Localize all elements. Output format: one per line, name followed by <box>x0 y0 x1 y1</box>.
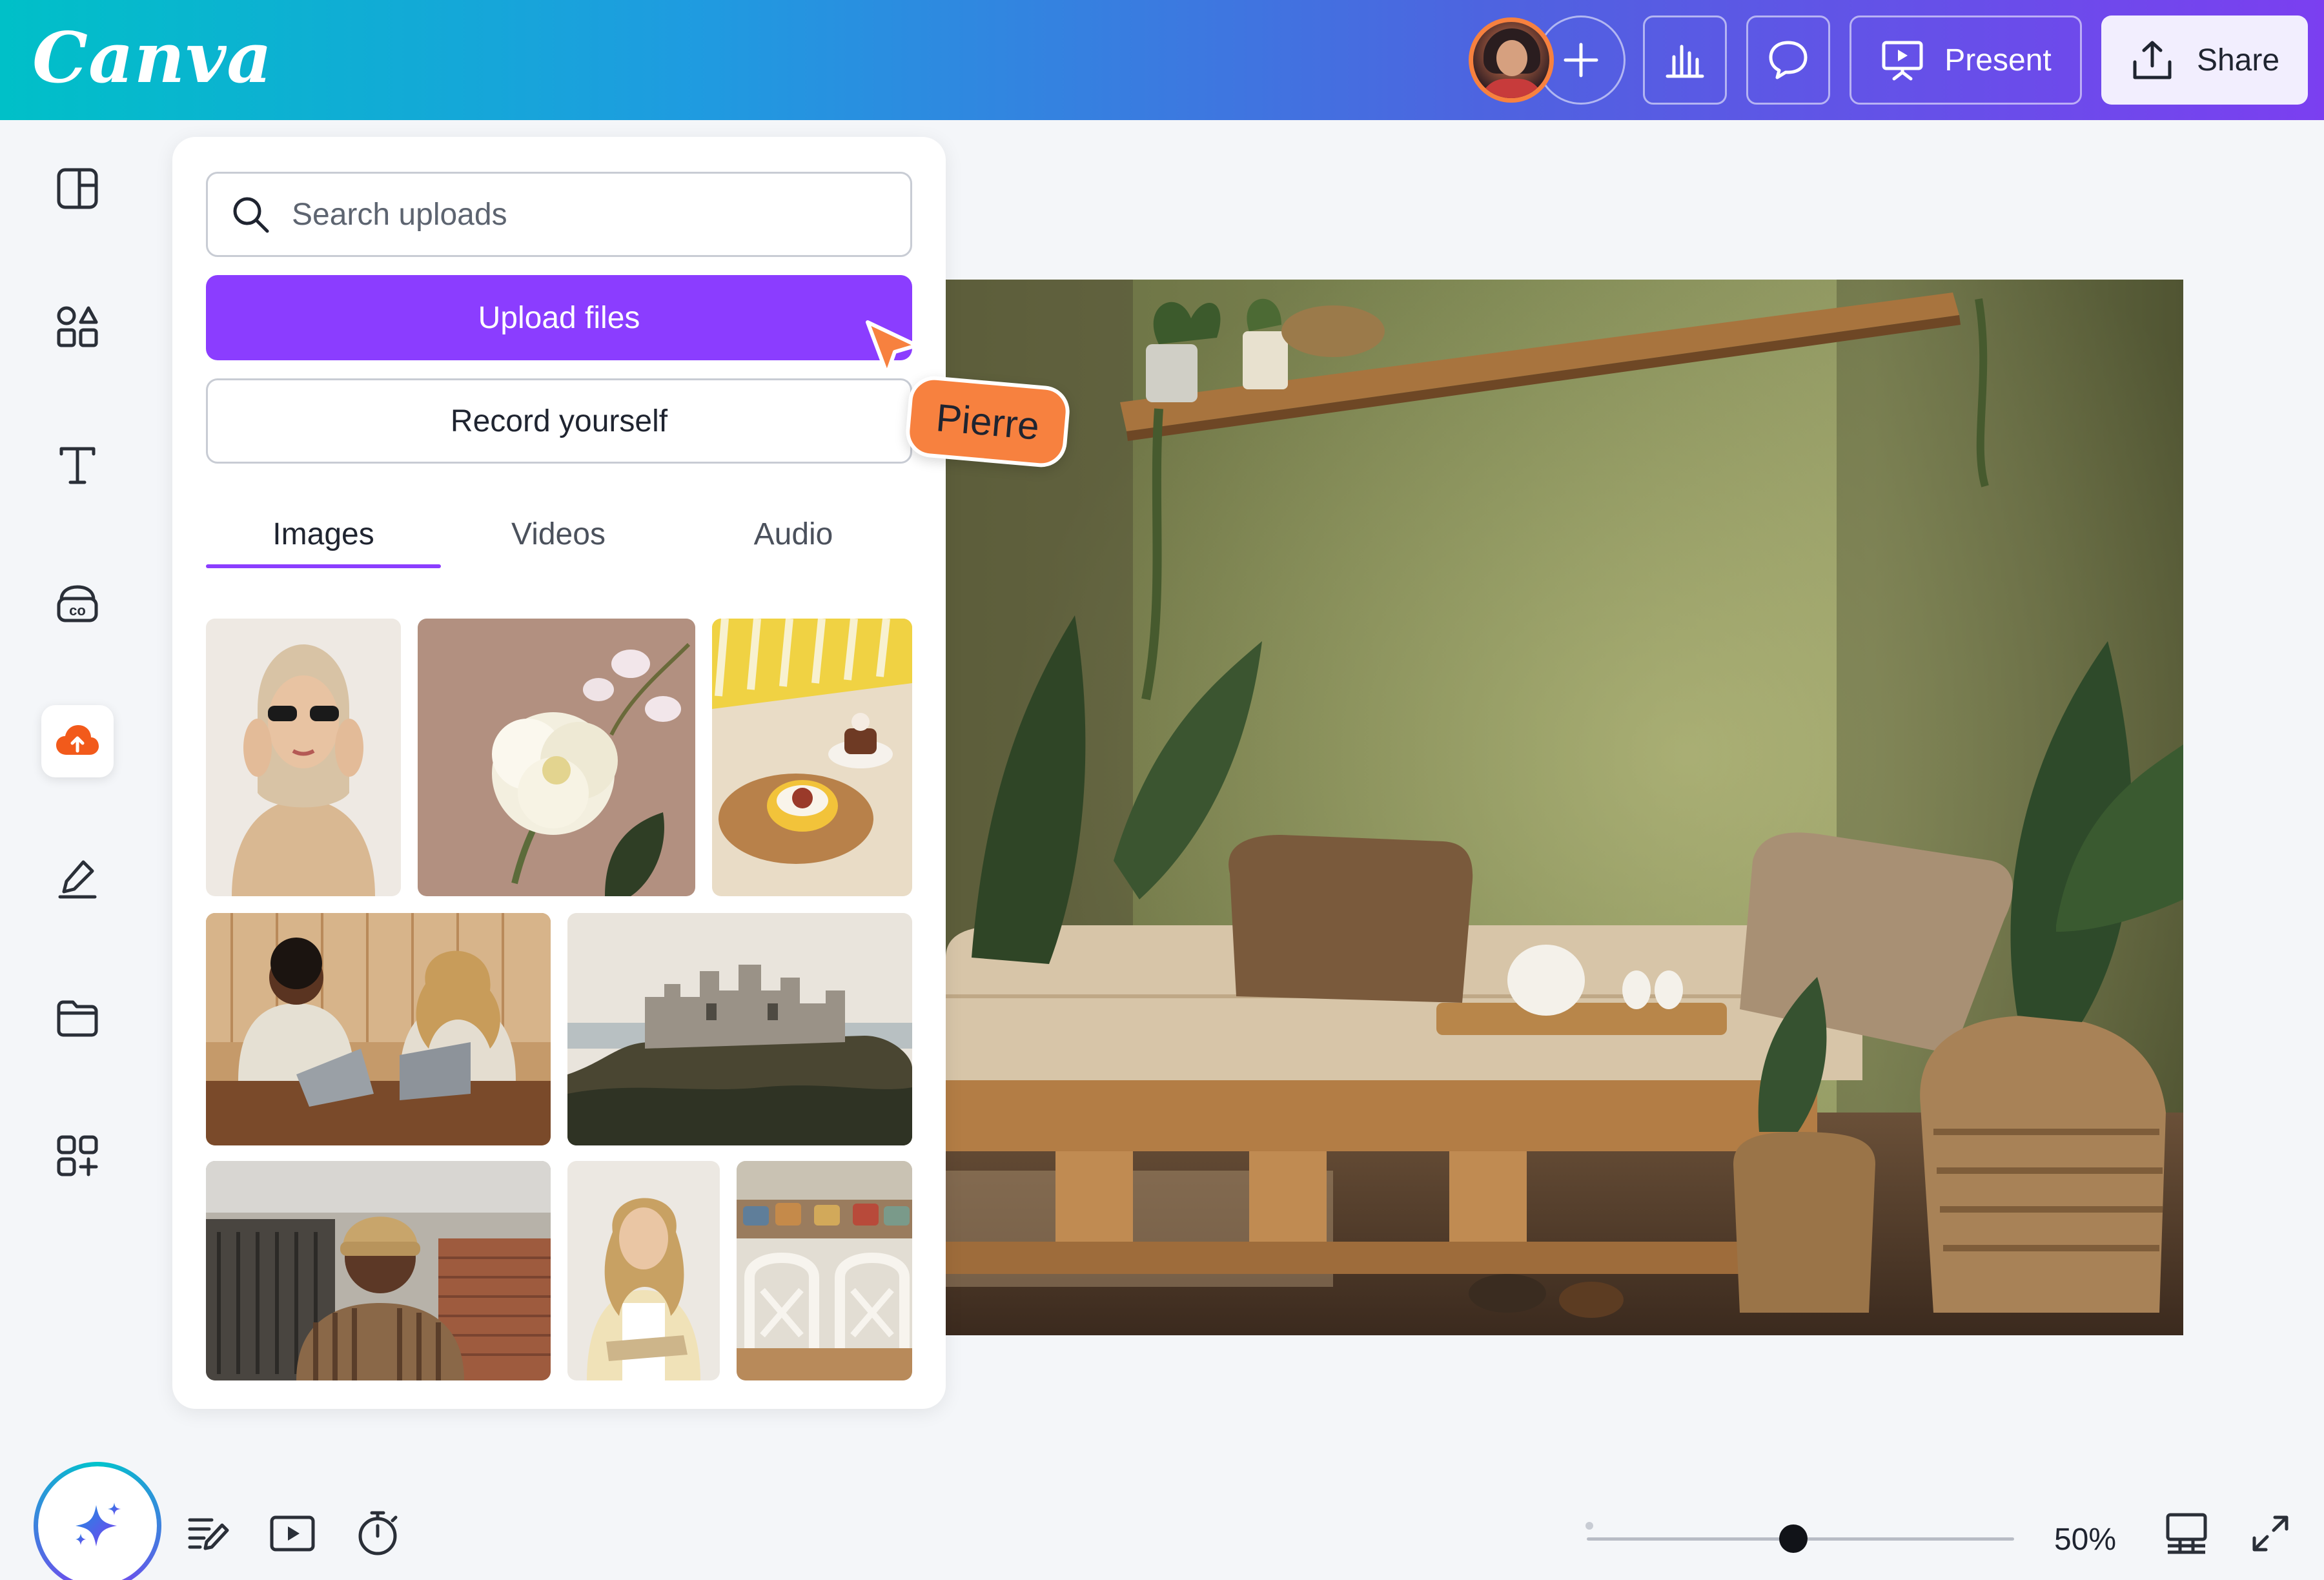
play-icon <box>270 1515 315 1552</box>
avatar-shirt <box>1480 79 1544 98</box>
zoom-slider-start-dot <box>1585 1522 1593 1530</box>
sidebar-item-text[interactable] <box>41 429 114 501</box>
fullscreen-button[interactable] <box>2241 1504 2299 1563</box>
upload-image-castle-ruins[interactable] <box>567 913 912 1145</box>
zoom-percentage[interactable]: 50% <box>2046 1514 2124 1566</box>
present-icon <box>1882 41 1923 81</box>
share-button[interactable]: Share <box>2101 15 2308 105</box>
comment-button[interactable] <box>1746 15 1830 105</box>
user-avatar[interactable] <box>1469 17 1554 103</box>
page-grid-view-button[interactable] <box>2157 1504 2216 1563</box>
sidebar-item-apps[interactable] <box>41 1120 114 1192</box>
sparkle-icon <box>76 1503 121 1546</box>
bar-chart-icon <box>1666 45 1704 78</box>
upload-image-two-people-laptops[interactable] <box>206 913 551 1145</box>
upload-image-woman-sunglasses[interactable] <box>206 619 401 896</box>
woman-book-thumbnail <box>567 1161 720 1380</box>
rattan-chairs-thumbnail <box>737 1161 912 1380</box>
coffee-dessert-thumbnail <box>712 619 912 896</box>
notes-icon <box>188 1518 229 1550</box>
play-preview-button[interactable] <box>263 1504 321 1563</box>
upload-image-white-flower[interactable] <box>418 619 695 896</box>
cloud-upload-icon <box>56 725 99 755</box>
layout-icon <box>57 168 98 209</box>
sidebar-item-projects[interactable] <box>41 981 114 1054</box>
white-flower-thumbnail <box>418 619 695 896</box>
brand-icon: co <box>57 585 98 622</box>
tab-audio[interactable]: Audio <box>676 498 911 569</box>
share-icon <box>2133 41 2172 79</box>
upload-files-button[interactable]: Upload files <box>206 275 912 360</box>
draw-icon <box>58 860 97 899</box>
shapes-icon <box>57 306 98 347</box>
apps-icon <box>57 1135 98 1176</box>
upload-image-rattan-chairs[interactable] <box>737 1161 912 1380</box>
collaborator-name-tag: Pierre <box>903 374 1072 469</box>
man-beanie-thumbnail <box>206 1161 551 1380</box>
text-icon <box>59 447 96 484</box>
sidebar-item-design[interactable] <box>41 152 114 225</box>
avatar-face <box>1496 40 1527 76</box>
sidebar-item-uploads[interactable] <box>41 705 114 777</box>
search-icon <box>233 197 269 233</box>
design-canvas[interactable] <box>946 280 2183 1335</box>
tab-images[interactable]: Images <box>206 498 441 569</box>
search-input[interactable] <box>292 196 873 232</box>
two-people-laptops-thumbnail <box>206 913 551 1145</box>
present-button[interactable]: Present <box>1850 15 2082 105</box>
active-tab-indicator <box>206 564 441 568</box>
sidebar-item-brand[interactable]: co <box>41 567 114 639</box>
record-yourself-button[interactable]: Record yourself <box>206 378 912 464</box>
magic-assistant-inner <box>38 1466 157 1580</box>
upload-image-coffee-dessert[interactable] <box>712 619 912 896</box>
upload-image-man-beanie[interactable] <box>206 1161 551 1380</box>
comment-icon <box>1769 41 1808 79</box>
sidebar-item-draw[interactable] <box>41 843 114 916</box>
castle-ruins-thumbnail <box>567 913 912 1145</box>
sidebar-item-elements[interactable] <box>41 291 114 363</box>
timer-icon <box>358 1511 398 1555</box>
share-label: Share <box>2196 43 2280 77</box>
pierre-cursor-arrow <box>866 320 919 376</box>
magic-assistant-button[interactable] <box>34 1462 161 1580</box>
zoom-slider-handle[interactable] <box>1779 1524 1808 1553</box>
top-bar: Canva Present Share <box>0 0 2324 120</box>
plus-icon <box>1564 43 1598 77</box>
living-room-photo <box>946 280 2183 1335</box>
svg-text:co: co <box>69 602 86 619</box>
grid-view-icon <box>2166 1513 2207 1554</box>
woman-sunglasses-thumbnail <box>206 619 401 896</box>
present-label: Present <box>1944 43 2052 77</box>
uploads-panel: Upload files Record yourself Images Vide… <box>172 137 946 1409</box>
timer-button[interactable] <box>349 1504 407 1563</box>
insights-button[interactable] <box>1643 15 1727 105</box>
folder-icon <box>57 1000 98 1037</box>
canva-logo[interactable]: Canva <box>32 13 272 103</box>
upload-image-woman-book[interactable] <box>567 1161 720 1380</box>
search-box[interactable] <box>206 172 912 257</box>
tab-videos[interactable]: Videos <box>441 498 676 569</box>
expand-icon <box>2252 1515 2288 1552</box>
notes-button[interactable] <box>179 1504 238 1563</box>
